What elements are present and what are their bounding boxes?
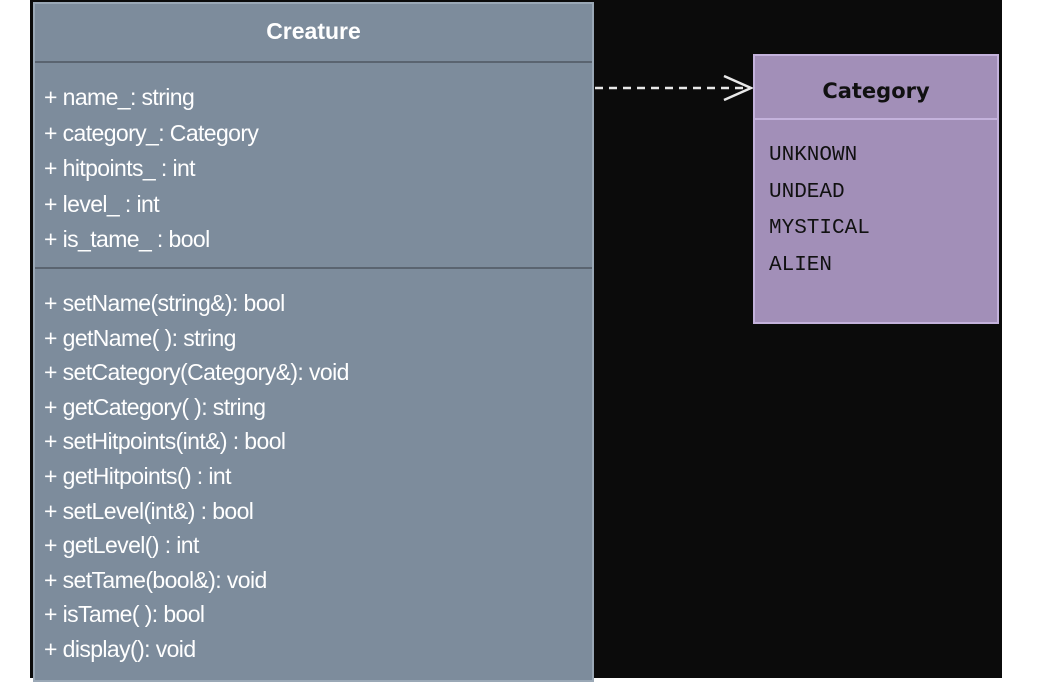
- class-name: Creature: [35, 4, 592, 63]
- method: + setHitpoints(int&) : bool: [44, 428, 286, 455]
- enum-value: MYSTICAL: [769, 217, 870, 240]
- method: + getLevel() : int: [44, 532, 199, 559]
- class-box-category[interactable]: Category UNKNOWN UNDEAD MYSTICAL ALIEN: [753, 54, 999, 324]
- enum-value: UNKNOWN: [769, 144, 858, 167]
- method: + setCategory(Category&): void: [44, 359, 349, 386]
- methods-section: + setName(string&): bool + getName( ): s…: [35, 269, 592, 667]
- class-name: Category: [755, 56, 997, 120]
- attribute: + hitpoints_ : int: [44, 155, 196, 181]
- class-box-creature[interactable]: Creature + name_: string + category_: Ca…: [33, 2, 594, 682]
- method: + getName( ): string: [44, 324, 236, 351]
- enum-value: UNDEAD: [769, 180, 845, 204]
- attributes-section: + name_: string + category_: Category + …: [35, 63, 592, 269]
- method: + setLevel(int&) : bool: [44, 497, 254, 524]
- method: + getCategory( ): string: [44, 393, 266, 420]
- method: + getHitpoints() : int: [44, 462, 231, 489]
- method: + display(): void: [44, 635, 196, 662]
- attribute: + is_tame_ : bool: [44, 226, 210, 252]
- method: + isTame( ): bool: [44, 601, 205, 628]
- method: + setTame(bool&): void: [44, 566, 267, 593]
- enum-values-section: UNKNOWN UNDEAD MYSTICAL ALIEN: [755, 120, 997, 284]
- method: + setName(string&): bool: [44, 290, 285, 316]
- attribute: + category_: Category: [44, 119, 259, 146]
- attribute: + name_: string: [44, 84, 195, 110]
- attribute: + level_ : int: [44, 190, 160, 217]
- enum-value: ALIEN: [769, 253, 833, 277]
